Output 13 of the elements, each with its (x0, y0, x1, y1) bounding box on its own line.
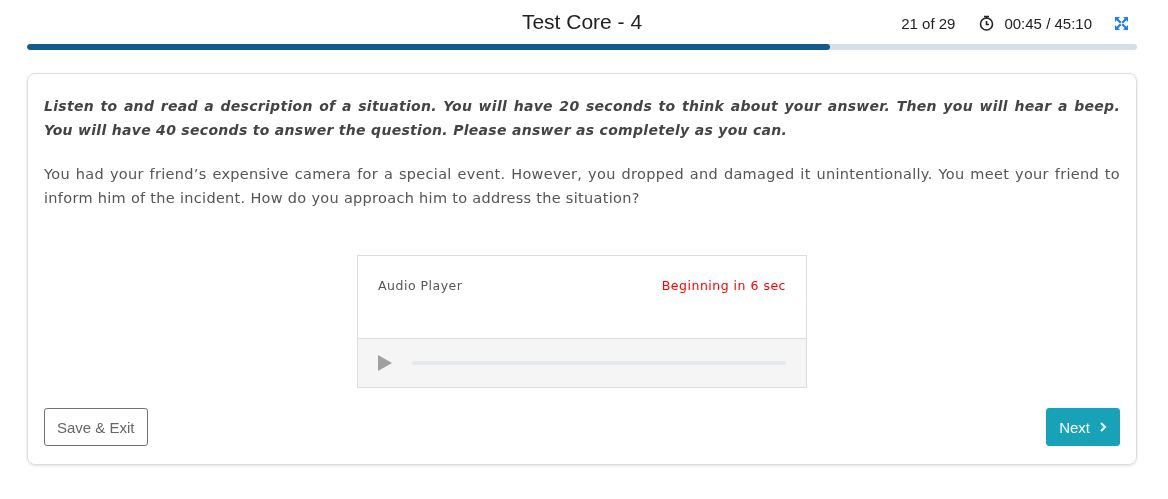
audio-status: Beginning in 6 sec (661, 278, 786, 295)
instructions: Listen to and read a description of a situation. You will have 20 seconds to think about your answer. Then you will hear a beep. You will have 40 seconds to answer the question. Please answer as completely as you can. (44, 97, 1120, 140)
stopwatch-icon (979, 15, 995, 31)
play-icon[interactable] (378, 355, 392, 371)
timer: 00:45 / 45:10 (1004, 14, 1092, 32)
question-counter: 21 of 29 (901, 14, 956, 32)
chevron-right-icon (1100, 422, 1107, 432)
next-button[interactable]: Next (1046, 408, 1120, 446)
question-prompt: You had your friend’s expensive camera for a special event. However, you dropped and damaged it unintentionally. You meet your friend to inform him of the incident. How do you approach him to address the situation? (44, 165, 1120, 208)
fullscreen-icon[interactable] (1114, 15, 1129, 31)
test-title: Test Core - 4 (521, 10, 643, 33)
save-exit-button[interactable]: Save & Exit (44, 408, 148, 446)
audio-player-title: Audio Player (378, 278, 463, 295)
